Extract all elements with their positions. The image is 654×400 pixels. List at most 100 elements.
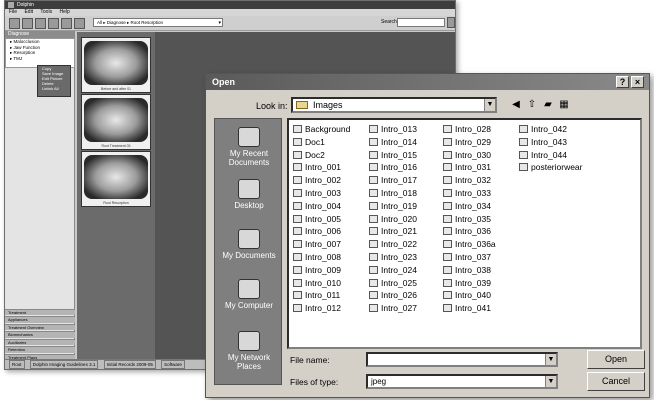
status-item[interactable]: Software	[161, 360, 185, 369]
file-item[interactable]: Intro_019	[369, 201, 417, 211]
file-item[interactable]: Intro_036	[443, 226, 491, 236]
back-icon[interactable]: ◀	[510, 99, 522, 111]
file-item[interactable]: Intro_020	[369, 214, 417, 224]
file-item[interactable]: Intro_014	[369, 137, 417, 147]
file-item[interactable]: Intro_039	[443, 278, 491, 288]
file-item[interactable]: Doc1	[293, 137, 325, 147]
file-item[interactable]: Intro_007	[293, 239, 341, 249]
file-item[interactable]: Background	[293, 124, 350, 134]
menu-file[interactable]: File	[9, 9, 17, 15]
file-item[interactable]: Intro_036a	[443, 239, 496, 249]
file-item[interactable]: Intro_016	[369, 162, 417, 172]
file-item[interactable]: Doc2	[293, 150, 325, 160]
file-item[interactable]: Intro_009	[293, 265, 341, 275]
toolbar-images-icon[interactable]	[35, 18, 46, 29]
search-input[interactable]	[397, 18, 445, 27]
image-thumbnail[interactable]: Root Resorption	[81, 151, 151, 207]
file-item[interactable]: Intro_043	[519, 137, 567, 147]
toolbar-edit-icon[interactable]	[48, 18, 59, 29]
file-item[interactable]: Intro_028	[443, 124, 491, 134]
file-list[interactable]: Background Doc1 Doc2 Intro_001 Intro_002 Intr…	[287, 118, 642, 349]
toolbar-patient-icon[interactable]	[22, 18, 33, 29]
chevron-down-icon[interactable]: ▼	[484, 99, 495, 111]
place-network[interactable]: My Network Places	[215, 331, 283, 371]
file-item[interactable]: Intro_034	[443, 201, 491, 211]
file-item[interactable]: Intro_004	[293, 201, 341, 211]
menu-tools[interactable]: Tools	[40, 9, 52, 15]
file-item[interactable]: Intro_022	[369, 239, 417, 249]
file-item[interactable]: Intro_025	[369, 278, 417, 288]
menu-help[interactable]: Help	[59, 9, 69, 15]
dialog-title-bar[interactable]: Open	[206, 74, 649, 90]
file-item[interactable]: Intro_003	[293, 188, 341, 198]
file-item[interactable]: Intro_021	[369, 226, 417, 236]
file-item[interactable]: Intro_038	[443, 265, 491, 275]
file-item[interactable]: Intro_027	[369, 303, 417, 313]
file-item[interactable]: Intro_042	[519, 124, 567, 134]
files-of-type-select[interactable]: jpeg ▼	[366, 374, 558, 389]
image-thumbnail[interactable]: Root Treatment 03	[81, 94, 151, 150]
sidebar-section[interactable]: Appliances	[5, 316, 75, 323]
cancel-button[interactable]: Cancel	[587, 372, 645, 391]
file-item[interactable]: Intro_023	[369, 252, 417, 262]
tree-item[interactable]: ▸ TMJ	[6, 56, 74, 62]
file-item[interactable]: Intro_044	[519, 150, 567, 160]
file-item[interactable]: Intro_040	[443, 290, 491, 300]
file-item[interactable]: Intro_005	[293, 214, 341, 224]
sidebar-section[interactable]: Retention	[5, 346, 75, 353]
file-item[interactable]: Intro_008	[293, 252, 341, 262]
chevron-down-icon[interactable]: ▼	[545, 354, 556, 365]
view-menu-icon[interactable]: ▦	[558, 99, 570, 111]
context-menu-item[interactable]: Unlink All	[38, 86, 70, 91]
file-item[interactable]: Intro_031	[443, 162, 491, 172]
file-item[interactable]: Intro_010	[293, 278, 341, 288]
sidebar-section[interactable]: Treatment	[5, 308, 75, 315]
file-item[interactable]: Intro_037	[443, 252, 491, 262]
sidebar-section[interactable]: Biomechanics	[5, 331, 75, 338]
file-name-field[interactable]: ▼	[366, 352, 558, 367]
new-folder-icon[interactable]: ▰	[542, 99, 554, 111]
help-button[interactable]: ?	[616, 76, 629, 88]
image-thumbnail[interactable]: Before and after 01	[81, 37, 151, 93]
place-desktop[interactable]: Desktop	[215, 179, 283, 210]
file-item[interactable]: Intro_011	[293, 290, 340, 300]
status-item[interactable]: Dolphin Imaging Guidelines 3.1	[29, 360, 99, 369]
file-item[interactable]: Intro_012	[293, 303, 341, 313]
file-item[interactable]: Intro_024	[369, 265, 417, 275]
open-button[interactable]: Open	[587, 350, 645, 369]
up-folder-icon[interactable]: ⇧	[526, 99, 538, 111]
place-my-documents[interactable]: My Documents	[215, 229, 283, 260]
status-item[interactable]: Initial Records 2009-05	[103, 360, 156, 369]
file-item[interactable]: Intro_033	[443, 188, 491, 198]
breadcrumb-combo[interactable]: All ▸ Diagnose ▸ Root Resorption ▾	[93, 18, 223, 27]
file-item[interactable]: Intro_026	[369, 290, 417, 300]
search-icon[interactable]	[447, 17, 455, 28]
file-item[interactable]: Intro_018	[369, 188, 417, 198]
look-in-dropdown[interactable]: Images ▼	[291, 97, 497, 113]
close-button[interactable]: ×	[631, 76, 644, 88]
sidebar-section[interactable]: Treatment Overview	[5, 323, 75, 330]
file-item[interactable]: Intro_041	[443, 303, 491, 313]
menu-edit[interactable]: Edit	[24, 9, 33, 15]
toolbar-export-icon[interactable]	[74, 18, 85, 29]
file-item[interactable]: Intro_002	[293, 175, 341, 185]
file-item[interactable]: Intro_001	[293, 162, 341, 172]
sidebar-section[interactable]: Auxiliaries	[5, 338, 75, 345]
image-file-icon	[293, 125, 302, 133]
file-item[interactable]: Intro_015	[369, 150, 417, 160]
toolbar-home-icon[interactable]	[9, 18, 20, 29]
file-item[interactable]: Intro_035	[443, 214, 491, 224]
toolbar-print-icon[interactable]	[61, 18, 72, 29]
file-item[interactable]: Intro_032	[443, 175, 491, 185]
status-item[interactable]: Root	[9, 360, 25, 369]
file-item[interactable]: Intro_029	[443, 137, 491, 147]
chevron-down-icon[interactable]: ▼	[545, 376, 556, 387]
file-item[interactable]: Intro_030	[443, 150, 491, 160]
place-my-computer[interactable]: My Computer	[215, 279, 283, 310]
file-item[interactable]: Intro_017	[369, 175, 417, 185]
file-item[interactable]: Intro_013	[369, 124, 417, 134]
chevron-down-icon[interactable]: ▾	[218, 19, 221, 27]
file-item[interactable]: posteriorwear	[519, 162, 583, 172]
file-item[interactable]: Intro_006	[293, 226, 341, 236]
place-recent-documents[interactable]: My Recent Documents	[215, 127, 283, 167]
